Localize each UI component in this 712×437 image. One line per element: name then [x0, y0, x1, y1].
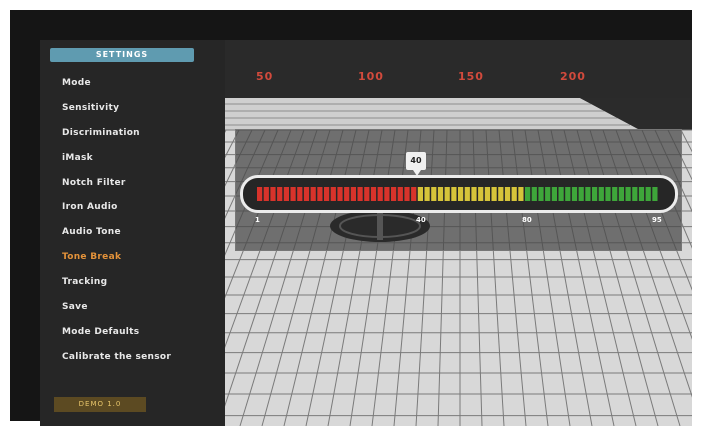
meter-tick-1: 1 — [255, 216, 260, 224]
menu-item-audio-tone[interactable]: Audio Tone — [62, 227, 171, 252]
scale-label-50: 50 — [256, 70, 274, 83]
meter-segment — [317, 187, 323, 201]
meter-segment — [384, 187, 390, 201]
meter-segment — [451, 187, 457, 201]
meter-tick-95: 95 — [652, 216, 662, 224]
meter-segment — [545, 187, 551, 201]
meter-track — [257, 187, 658, 201]
meter-segment — [605, 187, 611, 201]
meter-segment — [270, 187, 276, 201]
meter-segment — [404, 187, 410, 201]
meter-segment — [277, 187, 283, 201]
meter-segment — [350, 187, 356, 201]
meter-segment — [531, 187, 537, 201]
meter-segment — [263, 187, 269, 201]
meter-value-indicator[interactable]: 40 — [406, 152, 426, 170]
meter-segment — [417, 187, 423, 201]
menu-item-iron-audio[interactable]: Iron Audio — [62, 202, 171, 227]
menu-item-tracking[interactable]: Tracking — [62, 277, 171, 302]
menu-item-save[interactable]: Save — [62, 302, 171, 327]
meter-segment — [652, 187, 658, 201]
meter-segment — [377, 187, 383, 201]
meter-segment — [391, 187, 397, 201]
meter-segment — [498, 187, 504, 201]
meter-segment — [612, 187, 618, 201]
meter-tick-80: 80 — [522, 216, 532, 224]
meter-segment — [303, 187, 310, 201]
meter-segment — [632, 187, 638, 201]
meter-segment — [310, 187, 316, 201]
meter-segment — [598, 187, 604, 201]
meter-segment — [337, 187, 343, 201]
meter-segment — [297, 187, 303, 201]
meter-segment — [511, 187, 517, 201]
menu-item-tone-break[interactable]: Tone Break — [62, 252, 171, 277]
menu-item-mode[interactable]: Mode — [62, 78, 171, 103]
meter-tick-40: 40 — [416, 216, 426, 224]
meter-segment — [458, 187, 464, 201]
meter-segment — [370, 187, 377, 201]
meter-segment — [538, 187, 544, 201]
meter-segment — [330, 187, 336, 201]
meter-segment — [625, 187, 631, 201]
meter-segment — [437, 187, 444, 201]
meter-segment — [571, 187, 578, 201]
settings-tab[interactable]: SETTINGS — [50, 48, 194, 62]
device-frame: 50 100 150 200 SETTINGS Mode Sensitivity… — [10, 10, 692, 426]
scale-label-200: 200 — [560, 70, 586, 83]
meter-segment — [397, 187, 403, 201]
meter-segment — [645, 187, 651, 201]
menu-item-discrimination[interactable]: Discrimination — [62, 128, 171, 153]
settings-sidebar: SETTINGS Mode Sensitivity Discrimination… — [40, 40, 225, 426]
meter-segment — [431, 187, 437, 201]
meter-segment — [357, 187, 363, 201]
meter-segment — [518, 187, 524, 201]
meter-segment — [444, 187, 450, 201]
meter-segment — [565, 187, 571, 201]
scale-label-100: 100 — [358, 70, 384, 83]
meter-segment — [478, 187, 484, 201]
menu-item-sensitivity[interactable]: Sensitivity — [62, 103, 171, 128]
settings-menu: Mode Sensitivity Discrimination iMask No… — [62, 78, 171, 377]
meter-segment — [283, 187, 289, 201]
device-screen: 50 100 150 200 SETTINGS Mode Sensitivity… — [40, 40, 692, 426]
meter-segment — [525, 187, 531, 201]
tone-break-meter[interactable] — [240, 175, 678, 213]
scale-label-150: 150 — [458, 70, 484, 83]
meter-segment — [471, 187, 477, 201]
meter-segment — [424, 187, 430, 201]
menu-item-calibrate-sensor[interactable]: Calibrate the sensor — [62, 352, 171, 377]
meter-segment — [324, 187, 330, 201]
meter-segment — [578, 187, 584, 201]
menu-item-notch-filter[interactable]: Notch Filter — [62, 178, 171, 203]
meter-segment — [464, 187, 470, 201]
version-badge: DEMO 1.0 — [54, 397, 146, 412]
meter-segment — [290, 187, 296, 201]
meter-segment — [344, 187, 350, 201]
meter-segment — [491, 187, 497, 201]
menu-item-imask[interactable]: iMask — [62, 153, 171, 178]
meter-segment — [551, 187, 557, 201]
meter-segment — [411, 187, 417, 201]
meter-segment — [364, 187, 370, 201]
meter-segment — [592, 187, 598, 201]
meter-segment — [484, 187, 490, 201]
menu-item-mode-defaults[interactable]: Mode Defaults — [62, 327, 171, 352]
meter-segment — [558, 187, 564, 201]
meter-segment — [257, 187, 263, 201]
meter-segment — [618, 187, 624, 201]
meter-segment — [504, 187, 511, 201]
meter-segment — [638, 187, 645, 201]
meter-segment — [585, 187, 591, 201]
